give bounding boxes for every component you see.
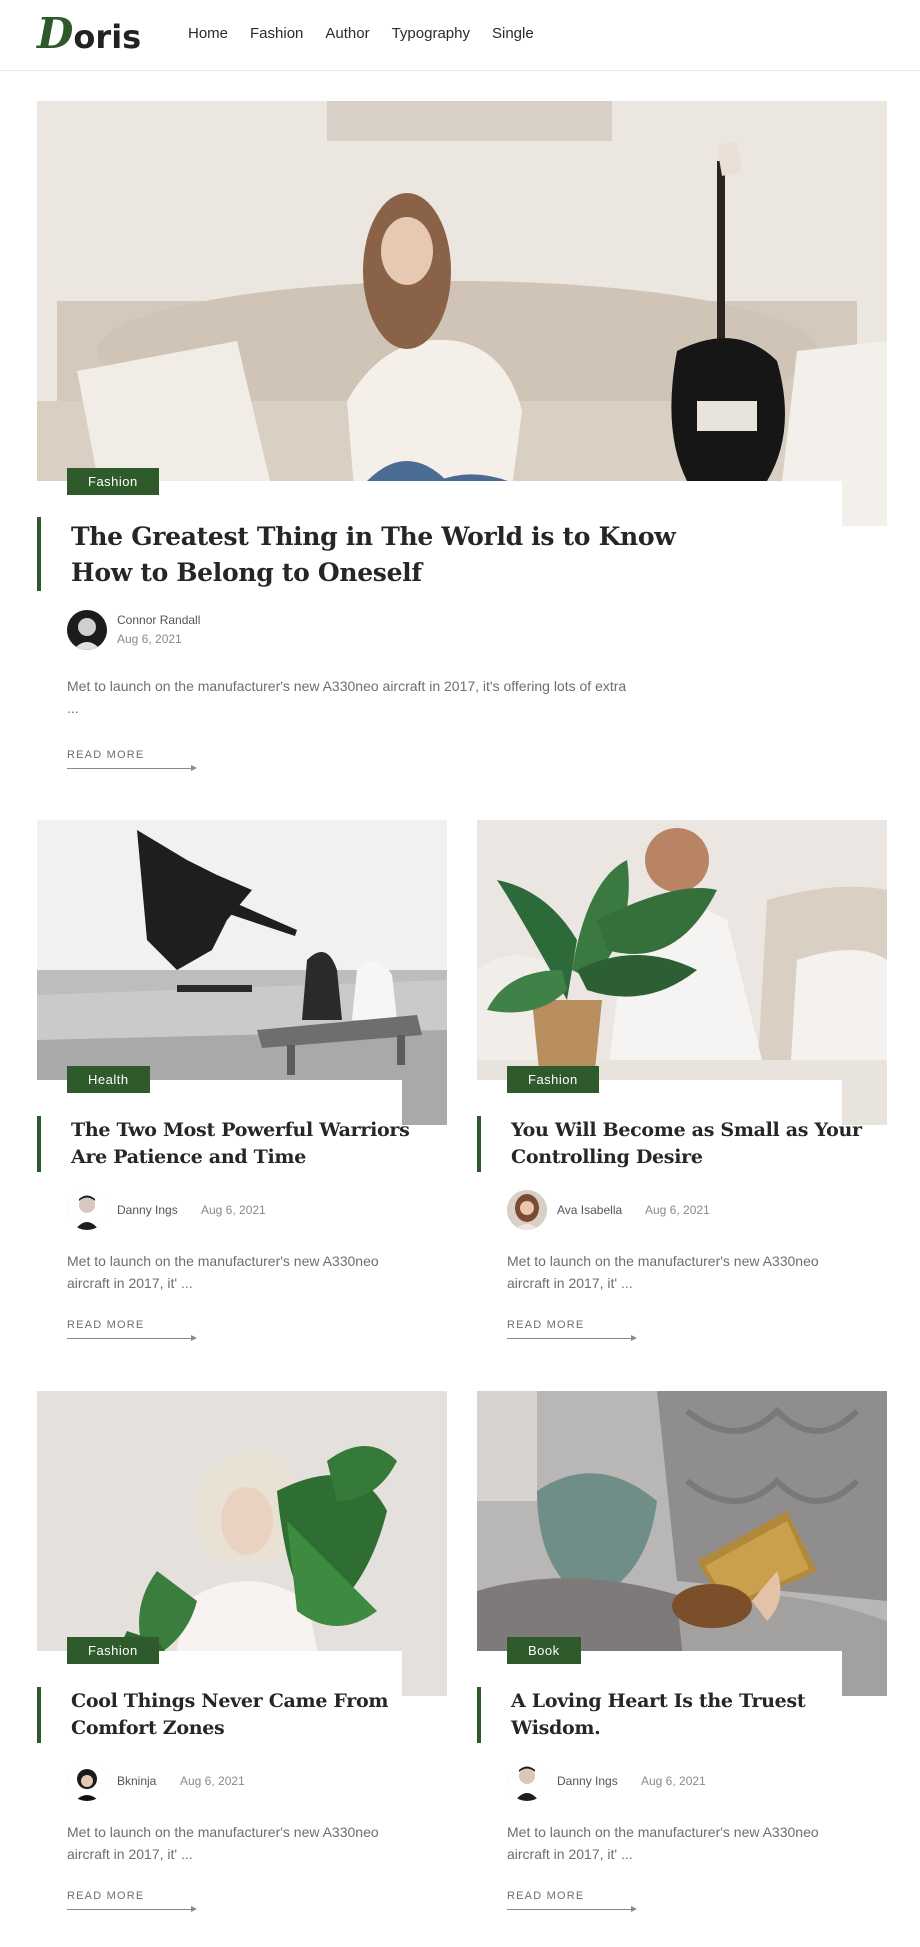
title-line-1: A Loving Heart Is the Truest xyxy=(511,1690,806,1712)
featured-post-image[interactable] xyxy=(37,101,887,526)
post-date: Aug 6, 2021 xyxy=(117,632,182,646)
site-logo[interactable]: D oris xyxy=(37,9,142,58)
post-date: Aug 6, 2021 xyxy=(201,1203,266,1217)
excerpt-line-2: ... xyxy=(67,700,79,716)
post-title[interactable]: A Loving Heart Is the Truest Wisdom. xyxy=(511,1688,871,1742)
post-card: Book A Loving Heart Is the Truest Wisdom… xyxy=(477,1391,887,1921)
post-card: Health The Two Most Powerful Warriors Ar… xyxy=(37,820,447,1350)
author-name[interactable]: Connor Randall xyxy=(117,613,200,627)
arrow-right-icon xyxy=(191,1335,197,1341)
excerpt-line-2: aircraft in 2017, it' ... xyxy=(507,1846,633,1862)
category-badge[interactable]: Fashion xyxy=(507,1066,599,1093)
arrow-right-icon xyxy=(191,765,197,771)
title-line-1: Cool Things Never Came From xyxy=(71,1690,389,1712)
site-header: D oris Home Fashion Author Typography Si… xyxy=(0,0,920,71)
excerpt-line-1: Met to launch on the manufacturer's new … xyxy=(507,1253,819,1269)
featured-photo xyxy=(37,101,887,526)
featured-post-title[interactable]: The Greatest Thing in The World is to Kn… xyxy=(71,519,831,591)
excerpt-line-1: Met to launch on the manufacturer's new … xyxy=(67,1253,379,1269)
post-excerpt: Met to launch on the manufacturer's new … xyxy=(507,1821,877,1865)
title-accent-bar xyxy=(37,1116,41,1172)
author-avatar[interactable] xyxy=(67,1761,107,1801)
author-avatar[interactable] xyxy=(507,1190,547,1230)
post-card: Fashion Cool Things Never Came From Comf… xyxy=(37,1391,447,1921)
read-more-link[interactable]: READ MORE xyxy=(67,1319,144,1331)
logo-text: oris xyxy=(73,18,142,56)
post-title[interactable]: You Will Become as Small as Your Control… xyxy=(511,1117,871,1171)
excerpt-line-2: aircraft in 2017, it' ... xyxy=(67,1275,193,1291)
excerpt-line-1: Met to launch on the manufacturer's new … xyxy=(507,1824,819,1840)
author-name[interactable]: Danny Ings xyxy=(117,1203,178,1217)
nav-typography[interactable]: Typography xyxy=(392,24,470,44)
author-name[interactable]: Bkninja xyxy=(117,1774,156,1788)
nav-author[interactable]: Author xyxy=(325,24,369,44)
read-more-underline xyxy=(507,1909,633,1910)
arrow-right-icon xyxy=(191,1906,197,1912)
category-badge[interactable]: Book xyxy=(507,1637,581,1664)
title-accent-bar xyxy=(477,1116,481,1172)
post-excerpt: Met to launch on the manufacturer's new … xyxy=(507,1250,877,1294)
post-title[interactable]: Cool Things Never Came From Comfort Zone… xyxy=(71,1688,431,1742)
title-line-1: The Greatest Thing in The World is to Kn… xyxy=(71,522,676,551)
read-more-link[interactable]: READ MORE xyxy=(507,1319,584,1331)
arrow-right-icon xyxy=(631,1335,637,1341)
post-date: Aug 6, 2021 xyxy=(180,1774,245,1788)
read-more-underline xyxy=(67,1909,193,1910)
logo-initial: D xyxy=(37,9,73,58)
post-excerpt: Met to launch on the manufacturer's new … xyxy=(67,1821,437,1865)
title-line-2: Wisdom. xyxy=(511,1717,601,1739)
title-line-2: Controlling Desire xyxy=(511,1146,703,1168)
post-date: Aug 6, 2021 xyxy=(645,1203,710,1217)
post-excerpt: Met to launch on the manufacturer's new … xyxy=(67,675,787,719)
category-badge[interactable]: Fashion xyxy=(67,1637,159,1664)
title-accent-bar xyxy=(37,1687,41,1743)
read-more-underline xyxy=(67,1338,193,1339)
title-line-1: You Will Become as Small as Your xyxy=(511,1119,862,1141)
excerpt-line-1: Met to launch on the manufacturer's new … xyxy=(67,1824,379,1840)
arrow-right-icon xyxy=(631,1906,637,1912)
read-more-underline xyxy=(67,768,193,769)
post-card: Fashion You Will Become as Small as Your… xyxy=(477,820,887,1350)
author-avatar[interactable] xyxy=(507,1761,547,1801)
post-date: Aug 6, 2021 xyxy=(641,1774,706,1788)
category-badge[interactable]: Fashion xyxy=(67,468,159,495)
nav-fashion[interactable]: Fashion xyxy=(250,24,303,44)
excerpt-line-2: aircraft in 2017, it' ... xyxy=(507,1275,633,1291)
category-badge[interactable]: Health xyxy=(67,1066,150,1093)
title-line-1: The Two Most Powerful Warriors xyxy=(71,1119,410,1141)
author-avatar[interactable] xyxy=(67,1190,107,1230)
featured-post: Fashion The Greatest Thing in The World … xyxy=(37,101,887,781)
excerpt-line-2: aircraft in 2017, it' ... xyxy=(67,1846,193,1862)
author-name[interactable]: Danny Ings xyxy=(557,1774,618,1788)
title-line-2: How to Belong to Oneself xyxy=(71,558,422,587)
main-nav: Home Fashion Author Typography Single xyxy=(188,24,534,44)
read-more-link[interactable]: READ MORE xyxy=(67,1890,144,1902)
author-avatar[interactable] xyxy=(67,610,107,650)
title-accent-bar xyxy=(37,517,41,591)
post-title[interactable]: The Two Most Powerful Warriors Are Patie… xyxy=(71,1117,431,1171)
title-line-2: Comfort Zones xyxy=(71,1717,225,1739)
title-line-2: Are Patience and Time xyxy=(71,1146,306,1168)
nav-single[interactable]: Single xyxy=(492,24,534,44)
read-more-link[interactable]: READ MORE xyxy=(67,749,144,761)
excerpt-line-1: Met to launch on the manufacturer's new … xyxy=(67,678,627,694)
nav-home[interactable]: Home xyxy=(188,24,228,44)
author-name[interactable]: Ava Isabella xyxy=(557,1203,622,1217)
read-more-underline xyxy=(507,1338,633,1339)
read-more-link[interactable]: READ MORE xyxy=(507,1890,584,1902)
title-accent-bar xyxy=(477,1687,481,1743)
post-excerpt: Met to launch on the manufacturer's new … xyxy=(67,1250,437,1294)
